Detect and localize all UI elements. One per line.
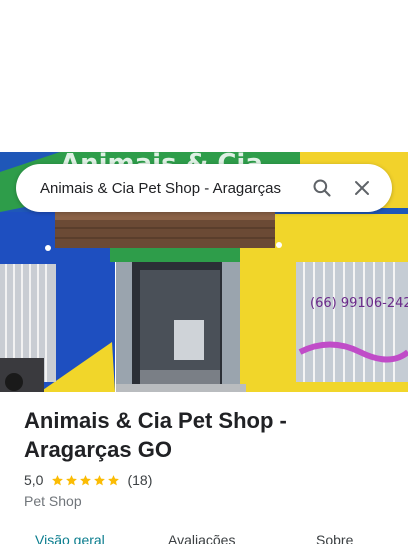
search-icon[interactable]	[302, 168, 342, 208]
star-icon	[108, 474, 120, 485]
map-area-blank	[0, 0, 408, 152]
review-count[interactable]: (18)	[127, 472, 152, 488]
place-category[interactable]: Pet Shop	[24, 493, 82, 509]
close-icon[interactable]	[342, 168, 382, 208]
place-title: Animais & Cia Pet Shop - Aragarças GO	[24, 408, 287, 462]
tab-about[interactable]: Sobre	[316, 532, 353, 544]
search-input[interactable]: Animais & Cia Pet Shop - Aragarças	[40, 180, 302, 197]
place-tabs: Visão geral Avaliações Sobre	[0, 532, 408, 544]
storefront-phone-text: (66) 99106-2425	[310, 296, 408, 311]
star-icon	[66, 474, 78, 485]
rating-value: 5,0	[24, 472, 44, 488]
search-bar[interactable]: Animais & Cia Pet Shop - Aragarças	[16, 164, 392, 212]
rating-row[interactable]: 5,0 (18)	[24, 472, 152, 488]
tab-overview[interactable]: Visão geral	[35, 532, 105, 544]
star-icon	[52, 474, 64, 485]
star-icon	[94, 474, 106, 485]
tab-reviews[interactable]: Avaliações	[168, 532, 235, 544]
star-icon	[80, 474, 92, 485]
rating-stars	[51, 474, 121, 487]
